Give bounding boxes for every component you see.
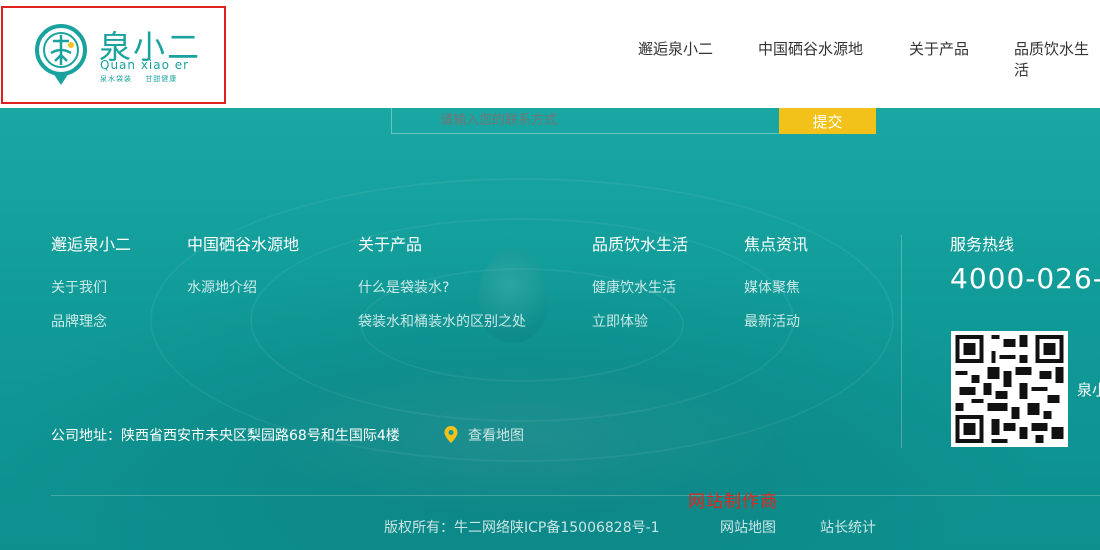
nav-item-quality-life[interactable]: 品质饮水生活 [1014,38,1100,80]
qr-caption: 泉小 [1077,381,1100,399]
slogan-part: 甘甜健康 [145,75,178,83]
footer-col-title[interactable]: 关于产品 [358,231,422,255]
contact-input[interactable] [391,108,780,134]
sitemap-link[interactable]: 网站地图 [720,517,776,537]
site-stats-link[interactable]: 站长统计 [820,517,876,537]
hotline-label: 服务热线 [950,235,1015,254]
logo-link[interactable]: 泉小二 Quan xiao er 泉水袋装 甘甜健康 [1,6,226,104]
footer-link[interactable]: 健康饮水生活 [592,277,676,297]
slogan-part: 泉水袋装 [100,75,132,83]
footer-link[interactable]: 品牌理念 [51,311,107,331]
site-header: 泉小二 Quan xiao er 泉水袋装 甘甜健康 邂逅泉小二 中国硒谷水源地… [0,0,1100,108]
site-maker-tag: 网站制作商 [688,492,778,512]
footer-col-title[interactable]: 邂逅泉小二 [51,231,131,255]
water-background [0,108,1100,550]
hotline-number: 4000-026-0 [950,262,1100,295]
footer-col-title[interactable]: 中国硒谷水源地 [187,231,299,255]
vertical-divider [901,235,902,448]
footer-link[interactable]: 关于我们 [51,277,107,297]
logo-english: Quan xiao er [100,58,190,72]
footer-link[interactable]: 什么是袋装水? [358,277,449,297]
nav-item-products[interactable]: 关于产品 [909,38,969,59]
footer-link[interactable]: 立即体验 [592,311,648,331]
footer-link[interactable]: 袋装水和桶装水的区别之处 [358,311,526,331]
horizontal-divider [51,495,1100,496]
logo-mark-icon [35,24,87,85]
footer-link[interactable]: 水源地介绍 [187,277,257,297]
footer-col-title[interactable]: 焦点资讯 [744,231,808,255]
nav-item-water-source[interactable]: 中国硒谷水源地 [758,38,863,59]
company-address: 公司地址：陕西省西安市未央区梨园路68号和生国际4楼 [51,428,400,444]
logo-slogan: 泉水袋装 甘甜健康 [100,74,187,84]
footer-link[interactable]: 媒体聚焦 [744,277,800,297]
footer-col-title[interactable]: 品质饮水生活 [592,231,688,255]
nav-item-meet[interactable]: 邂逅泉小二 [638,38,713,59]
submit-button[interactable]: 提交 [779,108,876,134]
qr-code-image [951,331,1068,447]
copyright-text: 版权所有：牛二网络陕ICP备15006828号-1 [384,520,660,536]
map-pin-icon[interactable] [444,426,458,443]
view-map-link[interactable]: 查看地图 [468,425,524,445]
footer-link[interactable]: 最新活动 [744,311,800,331]
